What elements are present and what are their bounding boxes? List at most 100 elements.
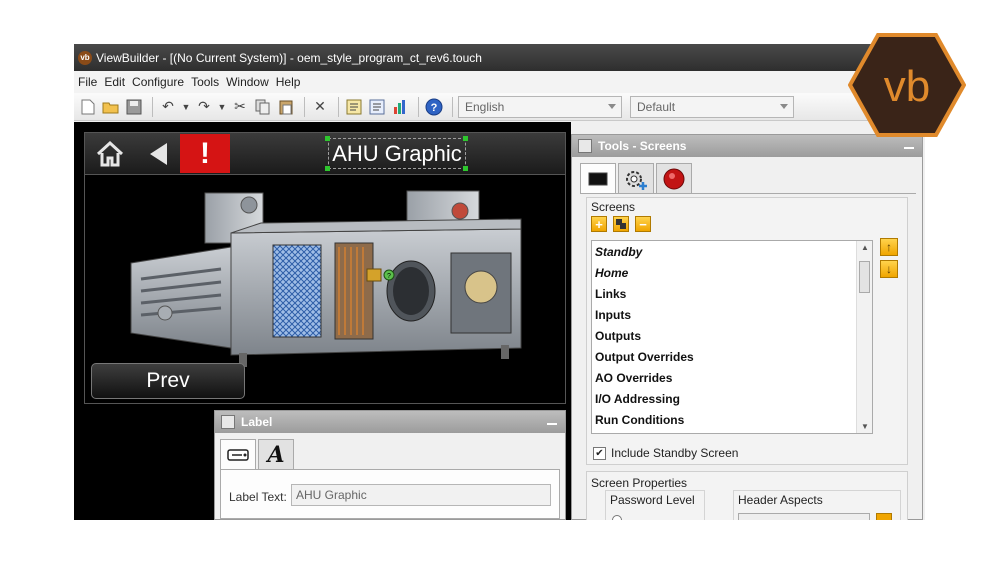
list-item[interactable]: Standby — [592, 241, 872, 262]
toolbar-separator — [418, 96, 419, 117]
screens-list[interactable]: Standby Home Links Inputs Outputs Output… — [591, 240, 873, 434]
logo-text: vb — [884, 62, 930, 111]
toolbar-separator — [338, 96, 339, 117]
menu-tools[interactable]: Tools — [191, 75, 219, 89]
redo-dropdown-icon[interactable]: ▼ — [217, 97, 227, 117]
label-text-input[interactable]: AHU Graphic — [291, 484, 551, 506]
home-icon[interactable] — [95, 139, 125, 169]
list-item[interactable]: Outputs — [592, 325, 872, 346]
remove-screen-button[interactable]: − — [635, 216, 651, 232]
open-folder-icon[interactable] — [101, 97, 121, 117]
tab-screens[interactable] — [580, 163, 616, 193]
save-icon[interactable] — [124, 97, 144, 117]
selection-handle[interactable] — [463, 166, 468, 171]
tab-label-general[interactable] — [220, 439, 256, 469]
back-arrow-icon[interactable] — [147, 141, 169, 167]
include-standby-label: Include Standby Screen — [611, 446, 739, 460]
selection-handle[interactable] — [325, 136, 330, 141]
toolbar-separator — [152, 96, 153, 117]
password-radio[interactable] — [612, 515, 622, 520]
screen-icon — [588, 172, 608, 185]
header-aspects-field[interactable] — [738, 513, 870, 520]
chevron-down-icon — [780, 103, 788, 109]
help-icon[interactable]: ? — [424, 97, 444, 117]
ahu-graphic-image: ? — [130, 190, 522, 367]
screen-properties-icon[interactable] — [344, 97, 364, 117]
window-title: ViewBuilder - [(No Current System)] - oe… — [96, 50, 482, 65]
tab-label-font[interactable]: A — [258, 439, 294, 469]
menu-help[interactable]: Help — [276, 75, 301, 89]
app-icon: vb — [78, 50, 92, 65]
tools-icon[interactable]: ✕ — [310, 97, 330, 117]
selection-handle[interactable] — [463, 136, 468, 141]
language-value: English — [465, 99, 505, 114]
chart-icon[interactable] — [390, 97, 410, 117]
menu-edit[interactable]: Edit — [104, 75, 125, 89]
title-bar: vb ViewBuilder - [(No Current System)] -… — [74, 44, 925, 71]
list-item[interactable]: AO Overrides — [592, 367, 872, 388]
list-item[interactable]: Links — [592, 283, 872, 304]
tools-panel-title: Tools - Screens — [598, 139, 687, 153]
minimize-icon[interactable] — [904, 147, 914, 149]
undo-icon[interactable]: ↶ — [158, 97, 178, 117]
copy-screen-button[interactable] — [613, 216, 629, 232]
header-title-label[interactable]: AHU Graphic — [328, 138, 466, 169]
screen-properties-caption: Screen Properties — [591, 476, 688, 490]
gear-add-icon — [626, 170, 647, 190]
add-screen-button[interactable]: + — [591, 216, 607, 232]
tools-panel-tabs — [572, 157, 922, 193]
move-up-button[interactable]: ↑ — [880, 238, 898, 256]
menu-file[interactable]: File — [78, 75, 97, 89]
alarm-button[interactable]: ! — [180, 134, 230, 173]
prev-button-label: Prev — [146, 369, 190, 392]
list-item[interactable]: Home — [592, 262, 872, 283]
menu-configure[interactable]: Configure — [132, 75, 184, 89]
list-scrollbar[interactable]: ▲ ▼ — [856, 241, 872, 433]
label-form: Label Text: AHU Graphic — [220, 469, 560, 519]
tab-divider — [580, 193, 916, 194]
screens-caption: Screens — [591, 200, 636, 214]
label-properties-icon[interactable] — [367, 97, 387, 117]
chevron-down-icon — [608, 103, 616, 109]
new-file-icon[interactable] — [78, 97, 98, 117]
copy-icon[interactable] — [253, 97, 273, 117]
label-panel: Label A Label Text: AHU Graphic — [214, 410, 566, 520]
scroll-up-icon[interactable]: ▲ — [861, 243, 869, 252]
password-level-group: Password Level — [605, 490, 705, 520]
copy-icon — [616, 219, 626, 229]
screen-header: ! AHU Graphic — [85, 133, 565, 175]
selection-handle[interactable] — [325, 166, 330, 171]
cut-icon[interactable]: ✂ — [230, 97, 250, 117]
menu-window[interactable]: Window — [226, 75, 269, 89]
language-select[interactable]: English — [458, 95, 622, 118]
minimize-icon[interactable] — [547, 423, 557, 425]
paste-icon[interactable] — [276, 97, 296, 117]
menu-bar: File Edit Configure Tools Window Help — [74, 71, 925, 93]
tab-alarms[interactable] — [656, 163, 692, 193]
design-canvas: ! AHU Graphic ? Prev Label A Label Text:… — [74, 122, 571, 520]
prev-button[interactable]: Prev — [91, 363, 245, 399]
style-select[interactable]: Default — [630, 95, 794, 118]
list-item[interactable]: Run Conditions — [592, 409, 872, 430]
undo-dropdown-icon[interactable]: ▼ — [181, 97, 191, 117]
include-standby-checkbox[interactable]: ✔ Include Standby Screen — [593, 446, 738, 460]
screens-group: Screens + − Standby Home Links Inputs Ou… — [586, 197, 908, 465]
vb-logo: vb — [848, 33, 966, 137]
header-aspects-caption: Header Aspects — [738, 493, 823, 507]
redo-icon[interactable]: ↷ — [194, 97, 214, 117]
scroll-down-icon[interactable]: ▼ — [861, 422, 869, 431]
checkbox-checked-icon[interactable]: ✔ — [593, 446, 606, 460]
list-item[interactable]: I/O Addressing — [592, 388, 872, 409]
label-panel-tabs: A — [215, 433, 565, 469]
tools-screens-panel: Tools - Screens Screens + − Standby Home… — [571, 134, 923, 520]
scrollbar-thumb[interactable] — [859, 261, 870, 293]
move-down-button[interactable]: ↓ — [880, 260, 898, 278]
header-aspects-button[interactable] — [876, 513, 892, 520]
list-item[interactable]: Inputs — [592, 304, 872, 325]
alarm-bell-icon — [663, 168, 685, 189]
stage: vb ViewBuilder - [(No Current System)] -… — [0, 0, 1000, 563]
touch-screen-preview: ! AHU Graphic ? Prev — [84, 132, 566, 404]
list-item[interactable]: Output Overrides — [592, 346, 872, 367]
tab-screen-settings[interactable] — [618, 163, 654, 193]
screen-properties-group: Screen Properties Password Level Header … — [586, 471, 908, 520]
